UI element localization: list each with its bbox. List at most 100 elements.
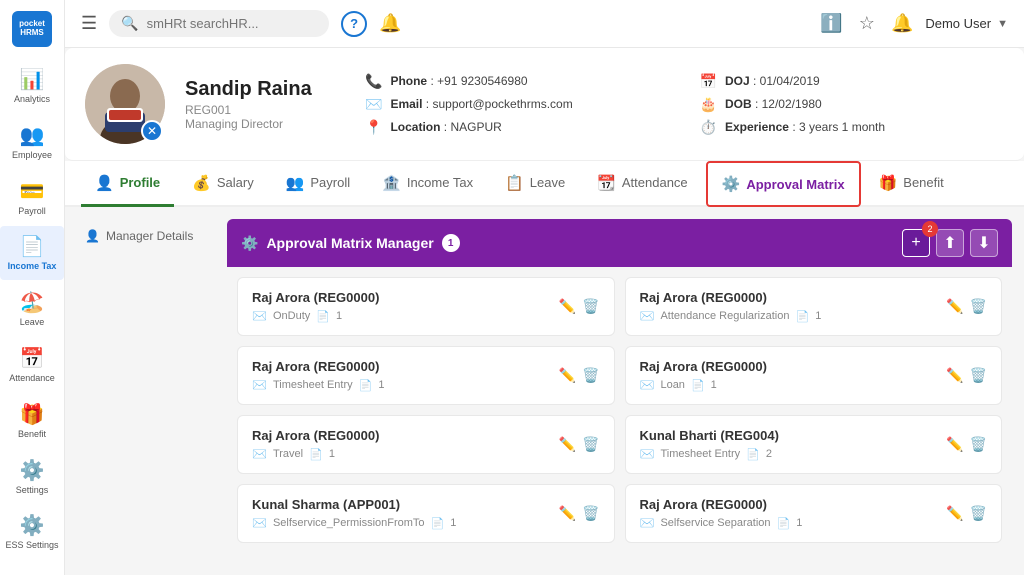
card-detail: ✉️ OnDuty 📄 1 — [252, 309, 559, 323]
leave-tab-icon: 📋 — [505, 174, 524, 192]
tab-benefit[interactable]: 🎁 Benefit — [865, 162, 958, 207]
tab-leave[interactable]: 📋 Leave — [491, 162, 579, 207]
menu-icon[interactable]: ☰ — [81, 13, 97, 34]
help-icon[interactable]: ? — [341, 11, 367, 37]
profile-tab-icon: 👤 — [95, 174, 114, 192]
tab-payroll[interactable]: 👥 Payroll — [272, 162, 364, 207]
star-icon[interactable]: ☆ — [859, 13, 875, 34]
sidebar-item-leave[interactable]: 🏖️ Leave — [0, 282, 64, 336]
delete-button[interactable]: 🗑️ — [582, 505, 599, 522]
settings-icon: ⚙️ — [20, 458, 45, 483]
edit-button[interactable]: ✏️ — [946, 367, 963, 384]
approval-tab-icon: ⚙️ — [722, 175, 741, 193]
employee-designation: Managing Director — [185, 117, 345, 131]
employee-name: Sandip Raina — [185, 78, 345, 101]
search-icon: 🔍 — [121, 15, 138, 32]
doc-icon: 📄 — [309, 448, 323, 461]
leave-icon: 🏖️ — [20, 290, 45, 315]
actions-badge: 2 — [922, 221, 938, 237]
payroll-tab-icon: 👥 — [286, 174, 305, 192]
upload-button[interactable]: ⬆ — [936, 229, 964, 257]
doc-icon: 📄 — [691, 379, 705, 392]
sidebar-item-attendance[interactable]: 📅 Attendance — [0, 338, 64, 392]
search-box[interactable]: 🔍 — [109, 10, 329, 37]
delete-button[interactable]: 🗑️ — [582, 436, 599, 453]
main-area: ☰ 🔍 ? 🔔 ℹ️ ☆ 🔔 Demo User ▼ — [65, 0, 1024, 575]
tab-approval-matrix[interactable]: ⚙️ Approval Matrix — [706, 161, 861, 207]
approval-matrix-icon: ⚙️ — [241, 235, 258, 252]
manager-details-button[interactable]: 👤 Manager Details — [77, 223, 203, 249]
bell-icon[interactable]: 🔔 — [891, 13, 913, 34]
doc-icon: 📄 — [431, 517, 445, 530]
approval-panel: ⚙️ Approval Matrix Manager 1 + 2 ⬆ ⬇ — [215, 207, 1024, 575]
card-actions: ✏️ 🗑️ — [559, 436, 600, 453]
card-actions: ✏️ 🗑️ — [946, 298, 987, 315]
doc-icon: 📄 — [316, 310, 330, 323]
ess-settings-icon: ⚙️ — [20, 513, 45, 538]
tab-salary[interactable]: 💰 Salary — [178, 162, 268, 207]
email-card-icon: ✉️ — [252, 516, 267, 530]
income-tax-tab-icon: 🏦 — [382, 174, 401, 192]
sidebar-item-employee[interactable]: 👥 Employee — [0, 115, 64, 169]
email-card-icon: ✉️ — [252, 447, 267, 461]
delete-button[interactable]: 🗑️ — [582, 367, 599, 384]
approval-cards-grid: Raj Arora (REG0000) ✉️ OnDuty 📄 1 ✏️ 🗑️ — [227, 267, 1012, 553]
card-actions: ✏️ 🗑️ — [946, 505, 987, 522]
edit-button[interactable]: ✏️ — [946, 298, 963, 315]
card-info: Kunal Sharma (APP001) ✉️ Selfservice_Per… — [252, 497, 559, 530]
approval-card-0: Raj Arora (REG0000) ✉️ OnDuty 📄 1 ✏️ 🗑️ — [237, 277, 615, 336]
approval-card-6: Kunal Sharma (APP001) ✉️ Selfservice_Per… — [237, 484, 615, 543]
card-actions: ✏️ 🗑️ — [946, 367, 987, 384]
edit-button[interactable]: ✏️ — [559, 505, 576, 522]
tabs: 👤 Profile 💰 Salary 👥 Payroll 🏦 Income Ta… — [65, 161, 1024, 207]
location-icon: 📍 — [365, 119, 382, 136]
tab-profile[interactable]: 👤 Profile — [81, 162, 174, 207]
sidebar-item-analytics[interactable]: 📊 Analytics — [0, 59, 64, 113]
doc-icon: 📄 — [777, 517, 791, 530]
sidebar: pocketHRMS 📊 Analytics 👥 Employee 💳 Payr… — [0, 0, 65, 575]
edit-button[interactable]: ✏️ — [946, 505, 963, 522]
notification-wrapper: 🔔 — [379, 13, 401, 34]
income-tax-icon: 📄 — [20, 234, 45, 259]
delete-button[interactable]: 🗑️ — [970, 367, 987, 384]
search-input[interactable] — [147, 16, 297, 31]
tab-attendance[interactable]: 📆 Attendance — [583, 162, 701, 207]
experience-icon: ⏱️ — [700, 119, 717, 136]
doc-icon: 📄 — [795, 310, 809, 323]
card-actions: ✏️ 🗑️ — [559, 367, 600, 384]
edit-button[interactable]: ✏️ — [559, 367, 576, 384]
card-info: Raj Arora (REG0000) ✉️ Attendance Regula… — [640, 290, 947, 323]
delete-button[interactable]: 🗑️ — [582, 298, 599, 315]
attendance-icon: 📅 — [20, 346, 45, 371]
analytics-icon: 📊 — [20, 67, 45, 92]
profile-card: ✕ Sandip Raina REG001 Managing Director … — [65, 48, 1024, 161]
delete-button[interactable]: 🗑️ — [970, 298, 987, 315]
avatar-edit-badge[interactable]: ✕ — [141, 120, 163, 142]
employee-icon: 👥 — [20, 123, 45, 148]
notification-icon[interactable]: 🔔 — [379, 13, 401, 33]
employee-reg: REG001 — [185, 103, 345, 117]
tab-income-tax[interactable]: 🏦 Income Tax — [368, 162, 487, 207]
user-menu[interactable]: Demo User ▼ — [925, 16, 1008, 31]
sidebar-item-benefit[interactable]: 🎁 Benefit — [0, 394, 64, 448]
dob-detail: 🎂 DOB : 12/02/1980 — [700, 96, 1005, 113]
delete-button[interactable]: 🗑️ — [970, 436, 987, 453]
card-detail: ✉️ Selfservice_PermissionFromTo 📄 1 — [252, 516, 559, 530]
card-info: Raj Arora (REG0000) ✉️ OnDuty 📄 1 — [252, 290, 559, 323]
calendar-icon: 📅 — [700, 73, 717, 90]
info-icon[interactable]: ℹ️ — [820, 13, 842, 34]
edit-button[interactable]: ✏️ — [559, 298, 576, 315]
card-detail: ✉️ Selfservice Separation 📄 1 — [640, 516, 947, 530]
download-button[interactable]: ⬇ — [970, 229, 998, 257]
sidebar-item-payroll[interactable]: 💳 Payroll — [0, 171, 64, 225]
edit-button[interactable]: ✏️ — [559, 436, 576, 453]
attendance-tab-icon: 📆 — [597, 174, 616, 192]
user-chevron-icon: ▼ — [997, 18, 1008, 30]
dob-icon: 🎂 — [700, 96, 717, 113]
sub-content: 👤 Manager Details ⚙️ Approval Matrix Man… — [65, 207, 1024, 575]
sidebar-item-settings[interactable]: ⚙️ Settings — [0, 450, 64, 504]
sidebar-item-ess-settings[interactable]: ⚙️ ESS Settings — [0, 505, 64, 559]
delete-button[interactable]: 🗑️ — [970, 505, 987, 522]
sidebar-item-income-tax[interactable]: 📄 Income Tax — [0, 226, 64, 280]
edit-button[interactable]: ✏️ — [946, 436, 963, 453]
